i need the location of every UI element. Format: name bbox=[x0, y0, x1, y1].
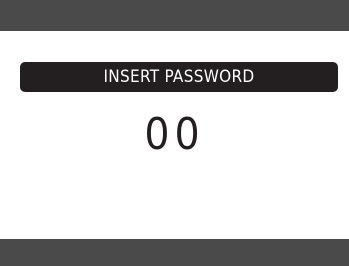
password-screen: INSERT PASSWORD 00 bbox=[0, 31, 349, 239]
password-entry-display[interactable]: 00 bbox=[0, 113, 349, 157]
bottom-bar bbox=[0, 239, 349, 266]
password-prompt-bar: INSERT PASSWORD bbox=[20, 62, 338, 92]
top-status-bar bbox=[0, 0, 349, 31]
password-prompt-label: INSERT PASSWORD bbox=[103, 66, 255, 87]
